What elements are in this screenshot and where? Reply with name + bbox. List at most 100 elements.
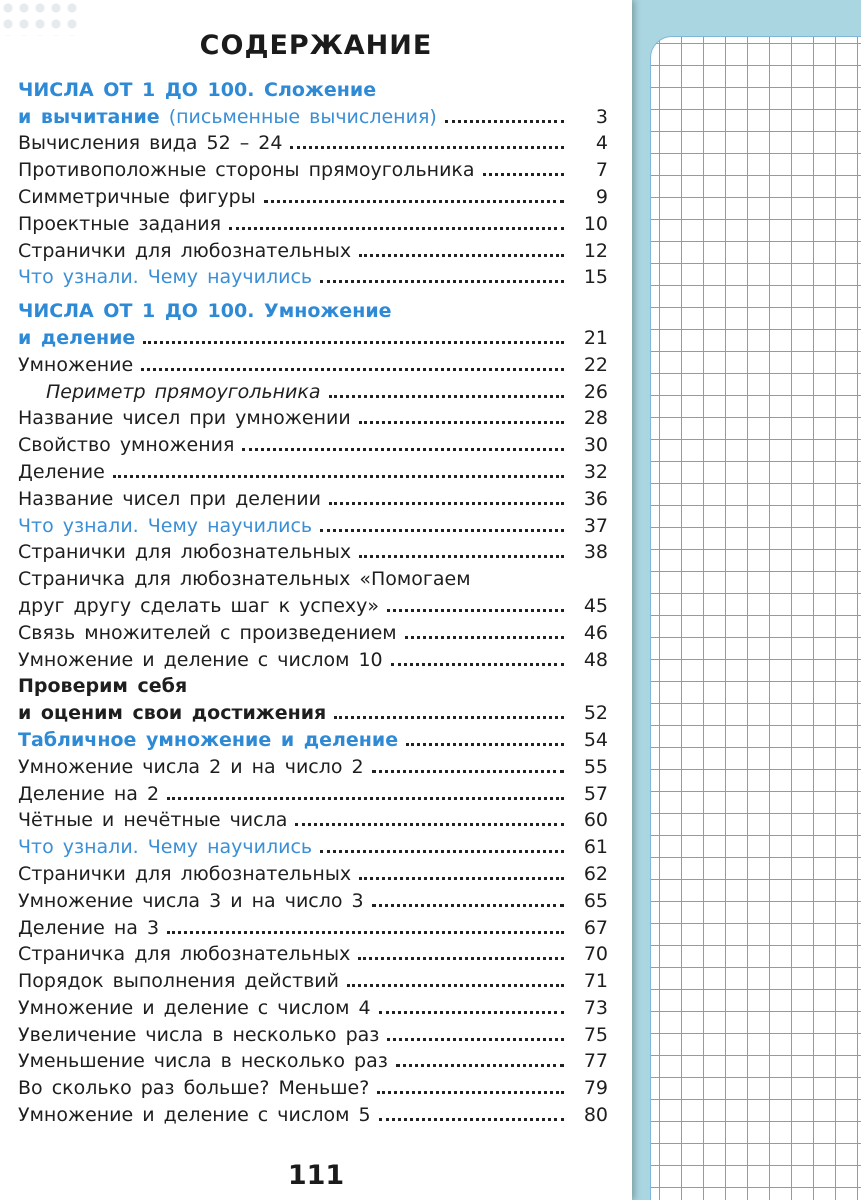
toc-entry-title: Страничка для любознательных «Помогаем <box>18 566 471 592</box>
toc-entry-title: ЧИСЛА ОТ 1 ДО 100. Умножение <box>18 298 392 324</box>
toc-page-number: 54 <box>583 728 608 751</box>
toc-entry[interactable]: Страничка для любознательных «Помогаем <box>18 565 608 592</box>
toc-entry-title-text: Порядок выполнения действий <box>18 970 340 993</box>
toc-page-number: 60 <box>583 809 608 832</box>
toc-entry-title: Деление на 3 <box>18 915 159 941</box>
toc-entry[interactable]: Странички для любознательных 12 <box>18 237 608 264</box>
toc-entry-title: Что узнали. Чему научились <box>18 264 312 290</box>
toc-entry[interactable]: Умножение числа 2 и на число 2 55 <box>18 753 608 780</box>
toc-entry[interactable]: друг другу сделать шаг к успеху» 45 <box>18 592 608 619</box>
toc-leader-dots <box>320 528 564 532</box>
toc-entry-title: Порядок выполнения действий <box>18 968 339 994</box>
toc-page-number: 7 <box>595 159 608 182</box>
toc-entry[interactable]: Увеличение числа в несколько раз 75 <box>18 1021 608 1048</box>
toc-entry-title: и вычитание (письменные вычисления) <box>18 104 437 130</box>
toc-leader-dots <box>167 796 564 800</box>
toc-leader-dots <box>395 1064 564 1068</box>
toc-page-number: 45 <box>583 594 608 617</box>
toc-entry[interactable]: Уменьшение числа в несколько раз 77 <box>18 1048 608 1075</box>
toc-leader-dots <box>482 173 564 177</box>
toc-entry[interactable]: Чётные и нечётные числа 60 <box>18 807 608 834</box>
toc-leader-dots <box>320 850 564 854</box>
toc-entry-title-text: Связь множителей с произведением <box>18 621 397 644</box>
toc-page-number: 80 <box>583 1104 608 1127</box>
toc-entry-title-text: и оценим свои достижения <box>18 702 327 725</box>
toc-entry[interactable]: Странички для любознательных 62 <box>18 860 608 887</box>
toc-entry[interactable]: Связь множителей с произведением 46 <box>18 619 608 646</box>
toc-leader-dots <box>387 1037 564 1041</box>
toc-page-number: 46 <box>583 621 608 644</box>
toc-entry[interactable]: Странички для любознательных 38 <box>18 539 608 566</box>
toc-page-number: 77 <box>583 1050 608 1073</box>
toc-entry[interactable]: Симметричные фигуры 9 <box>18 183 608 210</box>
toc-entry[interactable]: и оценим свои достижения 52 <box>18 699 608 726</box>
toc-leader-dots <box>320 280 564 284</box>
toc-leader-dots <box>359 876 564 880</box>
toc-leader-dots <box>295 823 564 827</box>
toc-leader-dots <box>390 662 564 666</box>
toc-entry[interactable]: Проверим себя <box>18 673 608 700</box>
toc-leader-dots <box>358 421 564 425</box>
toc-entry[interactable]: Противоположные стороны прямоугольника 7 <box>18 156 608 183</box>
toc-entry[interactable]: Деление на 3 67 <box>18 914 608 941</box>
toc-entry[interactable]: Проектные задания 10 <box>18 210 608 237</box>
toc-page-number: 32 <box>583 460 608 483</box>
toc-entry[interactable]: Что узнали. Чему научились 37 <box>18 512 608 539</box>
toc-entry-title: Умножение и деление с числом 10 <box>18 647 383 673</box>
toc-entry[interactable]: Свойство умножения 30 <box>18 431 608 458</box>
toc-entry-title-text: Чётные и нечётные числа <box>18 809 288 832</box>
toc-entry-title-text: Странички для любознательных <box>18 239 352 262</box>
toc-entry[interactable]: ЧИСЛА ОТ 1 ДО 100. Сложение <box>18 76 608 103</box>
toc-entry[interactable]: Порядок выполнения действий 71 <box>18 967 608 994</box>
toc-entry[interactable]: Табличное умножение и деление 54 <box>18 726 608 753</box>
toc-entry[interactable]: и вычитание (письменные вычисления) 3 <box>18 103 608 130</box>
toc-entry-title-text: Проектные задания <box>18 212 222 235</box>
toc-entry[interactable]: ЧИСЛА ОТ 1 ДО 100. Умножение <box>18 297 608 324</box>
toc-entry[interactable]: Что узнали. Чему научились 61 <box>18 833 608 860</box>
toc-leader-dots <box>371 903 564 907</box>
toc-entry-title: Умножение <box>18 352 133 378</box>
toc-entry[interactable]: Вычисления вида 52 – 24 4 <box>18 130 608 157</box>
toc-entry[interactable]: Умножение 22 <box>18 351 608 378</box>
toc-entry[interactable]: Деление 32 <box>18 458 608 485</box>
toc-entry[interactable]: Название чисел при делении 36 <box>18 485 608 512</box>
toc-leader-dots <box>167 930 564 934</box>
toc-entry-title: Умножение числа 2 и на число 2 <box>18 754 364 780</box>
toc-leader-dots <box>328 501 564 505</box>
toc-entry[interactable]: Название чисел при умножении 28 <box>18 405 608 432</box>
toc-page-number: 15 <box>583 266 608 289</box>
toc-leader-dots <box>358 957 564 961</box>
toc-entry-title-text: Умножение и деление с числом 10 <box>18 648 383 671</box>
toc-page-number: 30 <box>583 434 608 457</box>
toc-entry-title-text: Странички для любознательных <box>18 541 352 564</box>
toc-page-number: 52 <box>583 702 608 725</box>
toc-entry[interactable]: Умножение и деление с числом 4 73 <box>18 994 608 1021</box>
toc-entry-title-text: Умножение и деление с числом 5 <box>18 1104 371 1127</box>
toc-entry[interactable]: Периметр прямоугольника 26 <box>18 378 608 405</box>
toc-entry-title-text: Симметричные фигуры <box>18 185 256 208</box>
toc-entry[interactable]: Умножение и деление с числом 10 48 <box>18 646 608 673</box>
toc-entry-title-text: Умножение числа 2 и на число 2 <box>18 755 364 778</box>
toc-page-number: 61 <box>583 836 608 859</box>
toc-entry-title-text: Название чисел при делении <box>18 487 321 510</box>
toc-entry-title: Табличное умножение и деление <box>18 727 398 753</box>
toc-entry-title: Связь множителей с произведением <box>18 620 397 646</box>
toc-entry-title: ЧИСЛА ОТ 1 ДО 100. Сложение <box>18 77 376 103</box>
toc-entry[interactable]: Что узнали. Чему научились 15 <box>18 264 608 291</box>
toc-entry[interactable]: Во сколько раз больше? Меньше? 79 <box>18 1074 608 1101</box>
toc-entry[interactable]: и деление 21 <box>18 324 608 351</box>
toc-entry[interactable]: Страничка для любознательных 70 <box>18 941 608 968</box>
toc-entry-title: друг другу сделать шаг к успеху» <box>18 593 379 619</box>
toc-entry-title-text: Во сколько раз больше? Меньше? <box>18 1077 370 1100</box>
toc-entry[interactable]: Деление на 2 57 <box>18 780 608 807</box>
toc-entry-title-text: Увеличение числа в несколько раз <box>18 1023 380 1046</box>
toc-page-number: 21 <box>583 326 608 349</box>
toc-entry[interactable]: Умножение и деление с числом 5 80 <box>18 1101 608 1128</box>
toc-page-number: 73 <box>583 996 608 1019</box>
toc-leader-dots <box>112 474 564 478</box>
toc-entry[interactable]: Умножение числа 3 и на число 3 65 <box>18 887 608 914</box>
toc-page-number: 36 <box>583 487 608 510</box>
toc-leader-dots <box>378 1010 564 1014</box>
toc-entry-subtitle: (письменные вычисления) <box>159 105 437 128</box>
toc-entry-title: Странички для любознательных <box>18 861 351 887</box>
